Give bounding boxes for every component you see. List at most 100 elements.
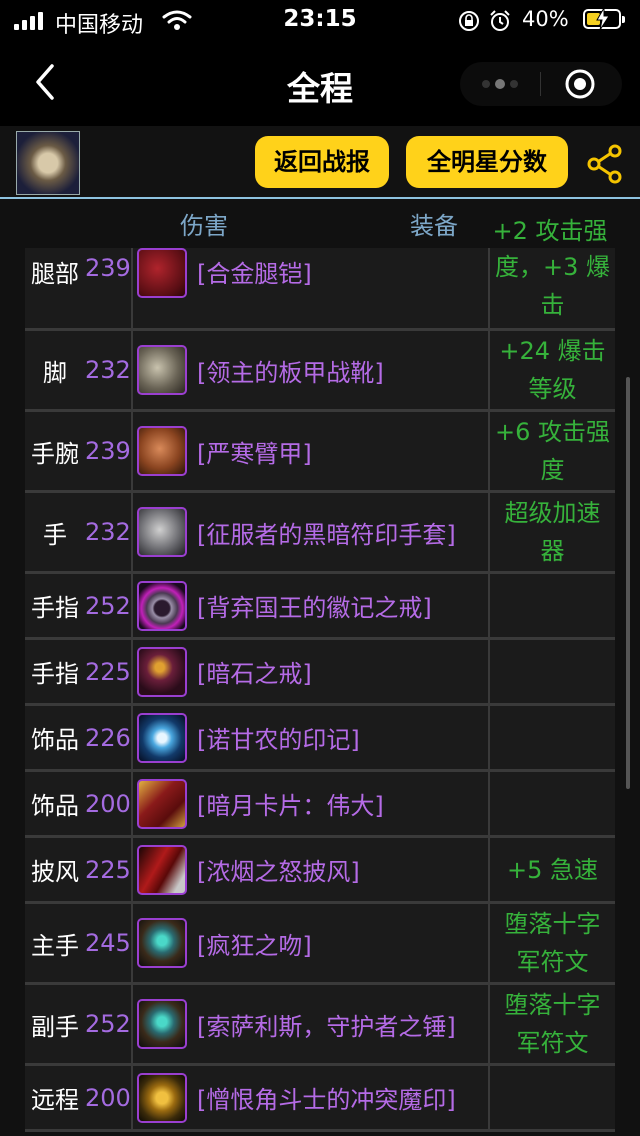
item-name-link[interactable]: [合金腿铠] xyxy=(197,248,312,289)
close-miniprogram-icon[interactable] xyxy=(564,68,596,100)
item-cell: [疯狂之吻] xyxy=(131,904,490,982)
more-options-icon[interactable] xyxy=(480,76,520,92)
item-level: 239 xyxy=(85,437,131,465)
enchant-text xyxy=(490,574,615,637)
gear-row-trinket-1[interactable]: 饰品 226 [诺甘农的印记] xyxy=(25,706,615,772)
item-name-link[interactable]: [疯狂之吻] xyxy=(197,926,312,961)
return-report-button[interactable]: 返回战报 xyxy=(255,136,389,188)
header-divider xyxy=(0,197,640,199)
battery-icon xyxy=(583,8,625,30)
slot-label: 手腕 xyxy=(31,439,79,468)
item-cell: [憎恨角斗士的冲突魔印] xyxy=(131,1066,490,1129)
item-name-link[interactable]: [背弃国王的徽记之戒] xyxy=(197,588,432,623)
item-cell: [暗石之戒] xyxy=(131,640,490,703)
status-bar: 中国移动 23:15 40% xyxy=(0,0,640,42)
slot-label: 远程 xyxy=(31,1086,79,1114)
gear-row-feet[interactable]: 脚 232 [领主的板甲战靴] +24 爆击等级 xyxy=(25,331,615,412)
gear-row-ranged[interactable]: 远程 200 [憎恨角斗士的冲突魔印] xyxy=(25,1066,615,1132)
ring-eye-icon xyxy=(137,646,187,697)
allstar-score-button[interactable]: 全明星分数 xyxy=(406,136,568,188)
gear-row-cloak[interactable]: 披风 225 [浓烟之怒披风] +5 急速 xyxy=(25,838,615,904)
item-cell: [索萨利斯，守护者之锤] xyxy=(131,985,490,1063)
mace-off-hand-icon xyxy=(137,999,187,1049)
item-name-link[interactable]: [暗石之戒] xyxy=(197,654,312,689)
darkmoon-card-icon xyxy=(137,778,187,829)
enchant-text: 堕落十字军符文 xyxy=(504,910,601,976)
enchant-text: 度，+3 爆击 xyxy=(494,253,610,319)
item-level: 225 xyxy=(85,855,131,884)
item-name-link[interactable]: [领主的板甲战靴] xyxy=(197,353,384,388)
navigation-bar: 全程 xyxy=(0,42,640,126)
item-level: 239 xyxy=(85,254,131,282)
item-level: 225 xyxy=(85,657,131,686)
slot-label: 手 xyxy=(43,520,67,549)
plate-boots-icon xyxy=(137,345,187,395)
item-cell: [背弃国王的徽记之戒] xyxy=(131,574,490,637)
slot-label: 饰品 xyxy=(31,726,79,754)
alarm-clock-icon xyxy=(490,10,510,31)
item-cell: [暗月卡片：伟大] xyxy=(131,772,490,835)
battery-percent: 40% xyxy=(522,7,569,31)
item-level: 200 xyxy=(85,789,131,818)
mini-program-capsule xyxy=(460,62,622,106)
bracer-icon xyxy=(137,426,187,476)
gear-row-finger-1[interactable]: 手指 252 [背弃国王的徽记之戒] xyxy=(25,574,615,640)
enchant-text xyxy=(490,1066,615,1129)
rotation-lock-icon xyxy=(459,11,479,31)
item-level: 252 xyxy=(85,1010,131,1038)
enchant-text: +5 急速 xyxy=(506,855,598,884)
item-cell: [诺甘农的印记] xyxy=(131,706,490,769)
item-level: 226 xyxy=(85,723,131,752)
item-name-link[interactable]: [征服者的黑暗符印手套] xyxy=(197,515,456,550)
item-cell: [征服者的黑暗符印手套] xyxy=(131,493,490,571)
slot-label: 脚 xyxy=(43,358,67,387)
leg-armor-icon xyxy=(137,248,187,298)
slot-label: 主手 xyxy=(31,931,79,960)
gear-row-off-hand[interactable]: 副手 252 [索萨利斯，守护者之锤] 堕落十字军符文 xyxy=(25,985,615,1066)
cloak-icon xyxy=(137,844,187,895)
item-cell: [浓烟之怒披风] xyxy=(131,838,490,901)
slot-label: 手指 xyxy=(31,660,79,688)
enchant-text: 超级加速器 xyxy=(504,499,601,565)
enchant-text: +24 爆击等级 xyxy=(499,337,606,403)
slot-label: 手指 xyxy=(31,594,79,622)
item-name-link[interactable]: [浓烟之怒披风] xyxy=(197,852,360,887)
item-name-link[interactable]: [索萨利斯，守护者之锤] xyxy=(197,1007,456,1042)
column-header-damage: 伤害 xyxy=(180,212,228,240)
item-name-link[interactable]: [诺甘农的印记] xyxy=(197,720,360,755)
sigil-ranged-icon xyxy=(137,1072,187,1123)
enchant-text: 堕落十字军符文 xyxy=(504,991,601,1057)
item-cell: [严寒臂甲] xyxy=(131,412,490,490)
enchant-text xyxy=(490,640,615,703)
item-level: 232 xyxy=(85,518,131,546)
gear-row-trinket-2[interactable]: 饰品 200 [暗月卡片：伟大] xyxy=(25,772,615,838)
partial-enchant-text: +2 攻击强 xyxy=(492,217,608,245)
slot-label: 披风 xyxy=(31,858,79,886)
scrollbar[interactable] xyxy=(626,377,630,789)
slot-label: 副手 xyxy=(31,1012,79,1041)
slot-label: 腿部 xyxy=(31,260,79,288)
gear-row-legs[interactable]: 腿部 239 [合金腿铠] 度，+3 爆击 xyxy=(25,248,615,331)
enchant-text xyxy=(490,772,615,835)
column-header-equipment: 装备 xyxy=(410,212,458,240)
item-name-link[interactable]: [严寒臂甲] xyxy=(197,434,312,469)
slot-label: 饰品 xyxy=(31,792,79,820)
gear-row-finger-2[interactable]: 手指 225 [暗石之戒] xyxy=(25,640,615,706)
gear-table: 腿部 239 [合金腿铠] 度，+3 爆击 脚 232 [领主的板甲战靴] +2… xyxy=(25,248,615,1132)
share-icon[interactable] xyxy=(587,144,623,184)
item-cell: [领主的板甲战靴] xyxy=(131,331,490,409)
gear-row-hands[interactable]: 手 232 [征服者的黑暗符印手套] 超级加速器 xyxy=(25,493,615,574)
item-name-link[interactable]: [暗月卡片：伟大] xyxy=(197,786,384,821)
axe-main-hand-icon xyxy=(137,918,187,968)
enchant-text xyxy=(490,706,615,769)
gear-row-main-hand[interactable]: 主手 245 [疯狂之吻] 堕落十字军符文 xyxy=(25,904,615,985)
sigil-icon xyxy=(137,712,187,763)
gear-row-wrist[interactable]: 手腕 239 [严寒臂甲] +6 攻击强度 xyxy=(25,412,615,493)
item-level: 245 xyxy=(85,929,131,957)
item-level: 200 xyxy=(85,1083,131,1112)
gauntlet-icon xyxy=(137,507,187,557)
player-avatar xyxy=(16,131,80,195)
item-level: 232 xyxy=(85,356,131,384)
item-name-link[interactable]: [憎恨角斗士的冲突魔印] xyxy=(197,1080,456,1115)
ring-pink-icon xyxy=(137,580,187,631)
